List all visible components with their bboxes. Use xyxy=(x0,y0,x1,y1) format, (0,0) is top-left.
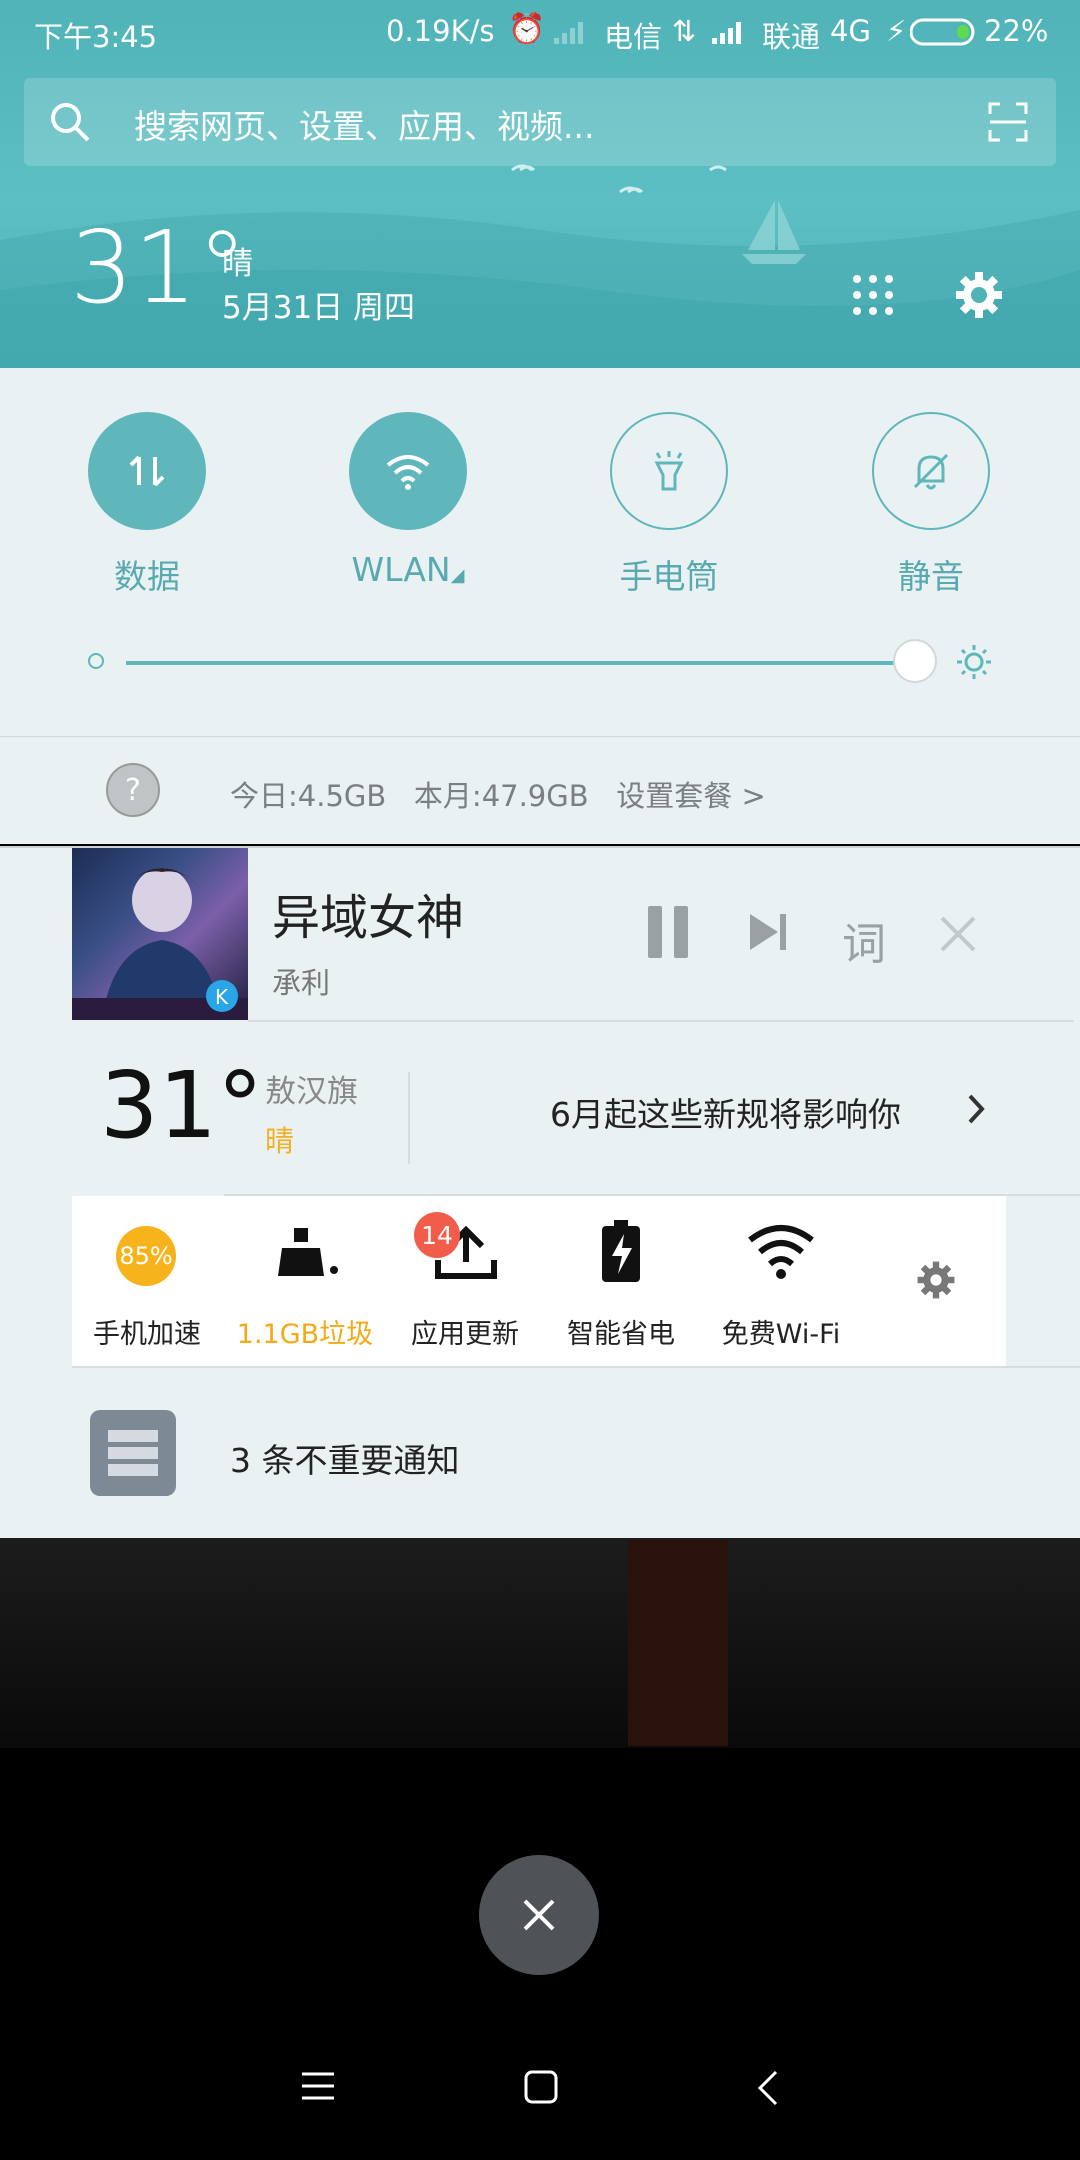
notification-header: 下午3:45 0.19K/s ⏰ 电信 ⇅ 联通 4G ⚡ 22% 搜索网页、设… xyxy=(0,0,1080,368)
search-placeholder: 搜索网页、设置、应用、视频... xyxy=(134,107,595,146)
tool-label: 免费Wi-Fi xyxy=(721,1319,841,1350)
wifi-icon xyxy=(748,1225,814,1279)
weather-card-city: 敖汉旗 xyxy=(265,1074,358,1110)
toggle-data-label: 数据 xyxy=(114,557,180,596)
tool-label: 应用更新 xyxy=(411,1319,519,1350)
signal-strong-icon xyxy=(712,22,741,44)
toggle-silent[interactable] xyxy=(872,412,990,530)
data-usage-text: 今日:4.5GB 本月:47.9GB 设置套餐 > xyxy=(230,773,766,815)
toggle-wlan-label: WLAN◢ xyxy=(351,550,465,589)
data-transfer-icon: ⇅ xyxy=(672,14,697,48)
data-today: 今日:4.5GB xyxy=(230,779,387,813)
weather-card-temperature: 31° xyxy=(100,1052,264,1159)
divider xyxy=(408,1072,410,1164)
menu-icon[interactable] xyxy=(300,2070,336,2102)
toggle-flashlight[interactable] xyxy=(610,412,728,530)
header-condition: 晴 xyxy=(222,246,253,282)
bell-muted-icon xyxy=(913,453,949,490)
divider xyxy=(248,1020,1074,1022)
toggle-data[interactable] xyxy=(88,412,206,530)
carrier-1: 电信 xyxy=(604,20,663,54)
data-arrows-icon xyxy=(129,455,165,487)
chevron-right-icon[interactable] xyxy=(966,1092,988,1126)
weather-card-condition: 晴 xyxy=(265,1124,295,1158)
pause-icon[interactable] xyxy=(644,904,692,960)
folded-notifications-icon xyxy=(90,1410,176,1496)
tool-phone-boost[interactable]: 85% 手机加速 xyxy=(72,1196,222,1366)
toggle-flashlight-label: 手电筒 xyxy=(619,557,719,596)
brightness-slider[interactable] xyxy=(126,661,916,665)
battery-saver-icon xyxy=(602,1220,640,1282)
tool-label: 手机加速 xyxy=(93,1319,201,1350)
scan-icon[interactable] xyxy=(988,102,1028,142)
notification-list: K 异域女神 承利 词 31° 敖汉旗 晴 6月起这些新规将影响你 85% 手机… xyxy=(0,846,1080,1540)
svg-text:K: K xyxy=(215,985,229,1009)
carrier-2: 联通 xyxy=(762,20,821,54)
network-type: 4G xyxy=(830,14,871,48)
wifi-icon xyxy=(386,455,430,490)
battery-percent: 22% xyxy=(984,14,1049,48)
status-time: 下午3:45 xyxy=(34,20,158,54)
album-art-figure: K xyxy=(72,868,248,1020)
brightness-sun-icon xyxy=(957,645,991,679)
back-icon[interactable] xyxy=(756,2070,780,2106)
tool-cleaner[interactable]: 1.1GB垃圾 xyxy=(230,1196,380,1366)
network-speed: 0.19K/s xyxy=(386,14,495,48)
tool-power-saving[interactable]: 智能省电 xyxy=(546,1196,696,1366)
tools-settings-gear-icon[interactable] xyxy=(916,1260,956,1300)
clear-notifications-button[interactable] xyxy=(479,1855,599,1975)
update-count-badge: 14 xyxy=(414,1212,460,1258)
charging-icon: ⚡ xyxy=(886,14,907,48)
toggle-silent-label: 静音 xyxy=(898,557,964,596)
search-icon xyxy=(51,103,90,142)
unimportant-notifications-link[interactable]: 3 条不重要通知 xyxy=(230,1434,460,1482)
song-artist: 承利 xyxy=(272,966,331,1000)
search-bar[interactable]: 搜索网页、设置、应用、视频... xyxy=(24,78,1056,166)
signal-weak-icon xyxy=(554,22,583,44)
tool-label: 1.1GB垃圾 xyxy=(236,1319,374,1350)
close-icon[interactable] xyxy=(938,914,978,954)
alarm-icon: ⏰ xyxy=(508,12,546,47)
background-wallpaper-accent xyxy=(628,1540,728,1746)
song-title: 异域女神 xyxy=(272,890,465,946)
album-art: K xyxy=(72,848,248,1020)
cleaner-icon xyxy=(278,1228,338,1276)
close-icon xyxy=(523,1899,555,1931)
header-date: 5月31日 周四 xyxy=(222,290,416,326)
help-icon[interactable]: ? xyxy=(106,763,160,817)
home-icon[interactable] xyxy=(524,2070,558,2104)
brightness-min-icon xyxy=(88,653,104,669)
data-usage-row[interactable]: ? 今日:4.5GB 本月:47.9GB 设置套餐 > xyxy=(0,736,1080,845)
apps-grid-icon[interactable] xyxy=(852,274,894,316)
background-wallpaper xyxy=(0,1538,1080,1748)
next-track-icon[interactable] xyxy=(746,912,790,952)
lyrics-button[interactable]: 词 xyxy=(842,908,886,972)
flashlight-icon xyxy=(654,451,684,491)
settings-gear-icon[interactable] xyxy=(954,270,1004,320)
battery-icon xyxy=(910,18,975,46)
toggle-wlan[interactable] xyxy=(349,412,467,530)
brightness-slider-thumb[interactable] xyxy=(893,639,937,683)
header-temperature: 31° xyxy=(70,209,248,326)
data-month: 本月:47.9GB xyxy=(413,779,589,813)
tool-app-update[interactable]: 应用更新 xyxy=(390,1196,540,1366)
data-plan-link[interactable]: 设置套餐 > xyxy=(616,779,766,813)
divider xyxy=(72,1366,1080,1368)
tool-free-wifi[interactable]: 免费Wi-Fi xyxy=(706,1196,856,1366)
boost-percent-icon: 85% xyxy=(116,1226,176,1286)
news-headline[interactable]: 6月起这些新规将影响你 xyxy=(550,1088,901,1136)
security-tools-row: 85% 手机加速 1.1GB垃圾 应用更新 智能省电 免费Wi-Fi xyxy=(72,1196,1006,1366)
tool-label: 智能省电 xyxy=(567,1319,675,1350)
